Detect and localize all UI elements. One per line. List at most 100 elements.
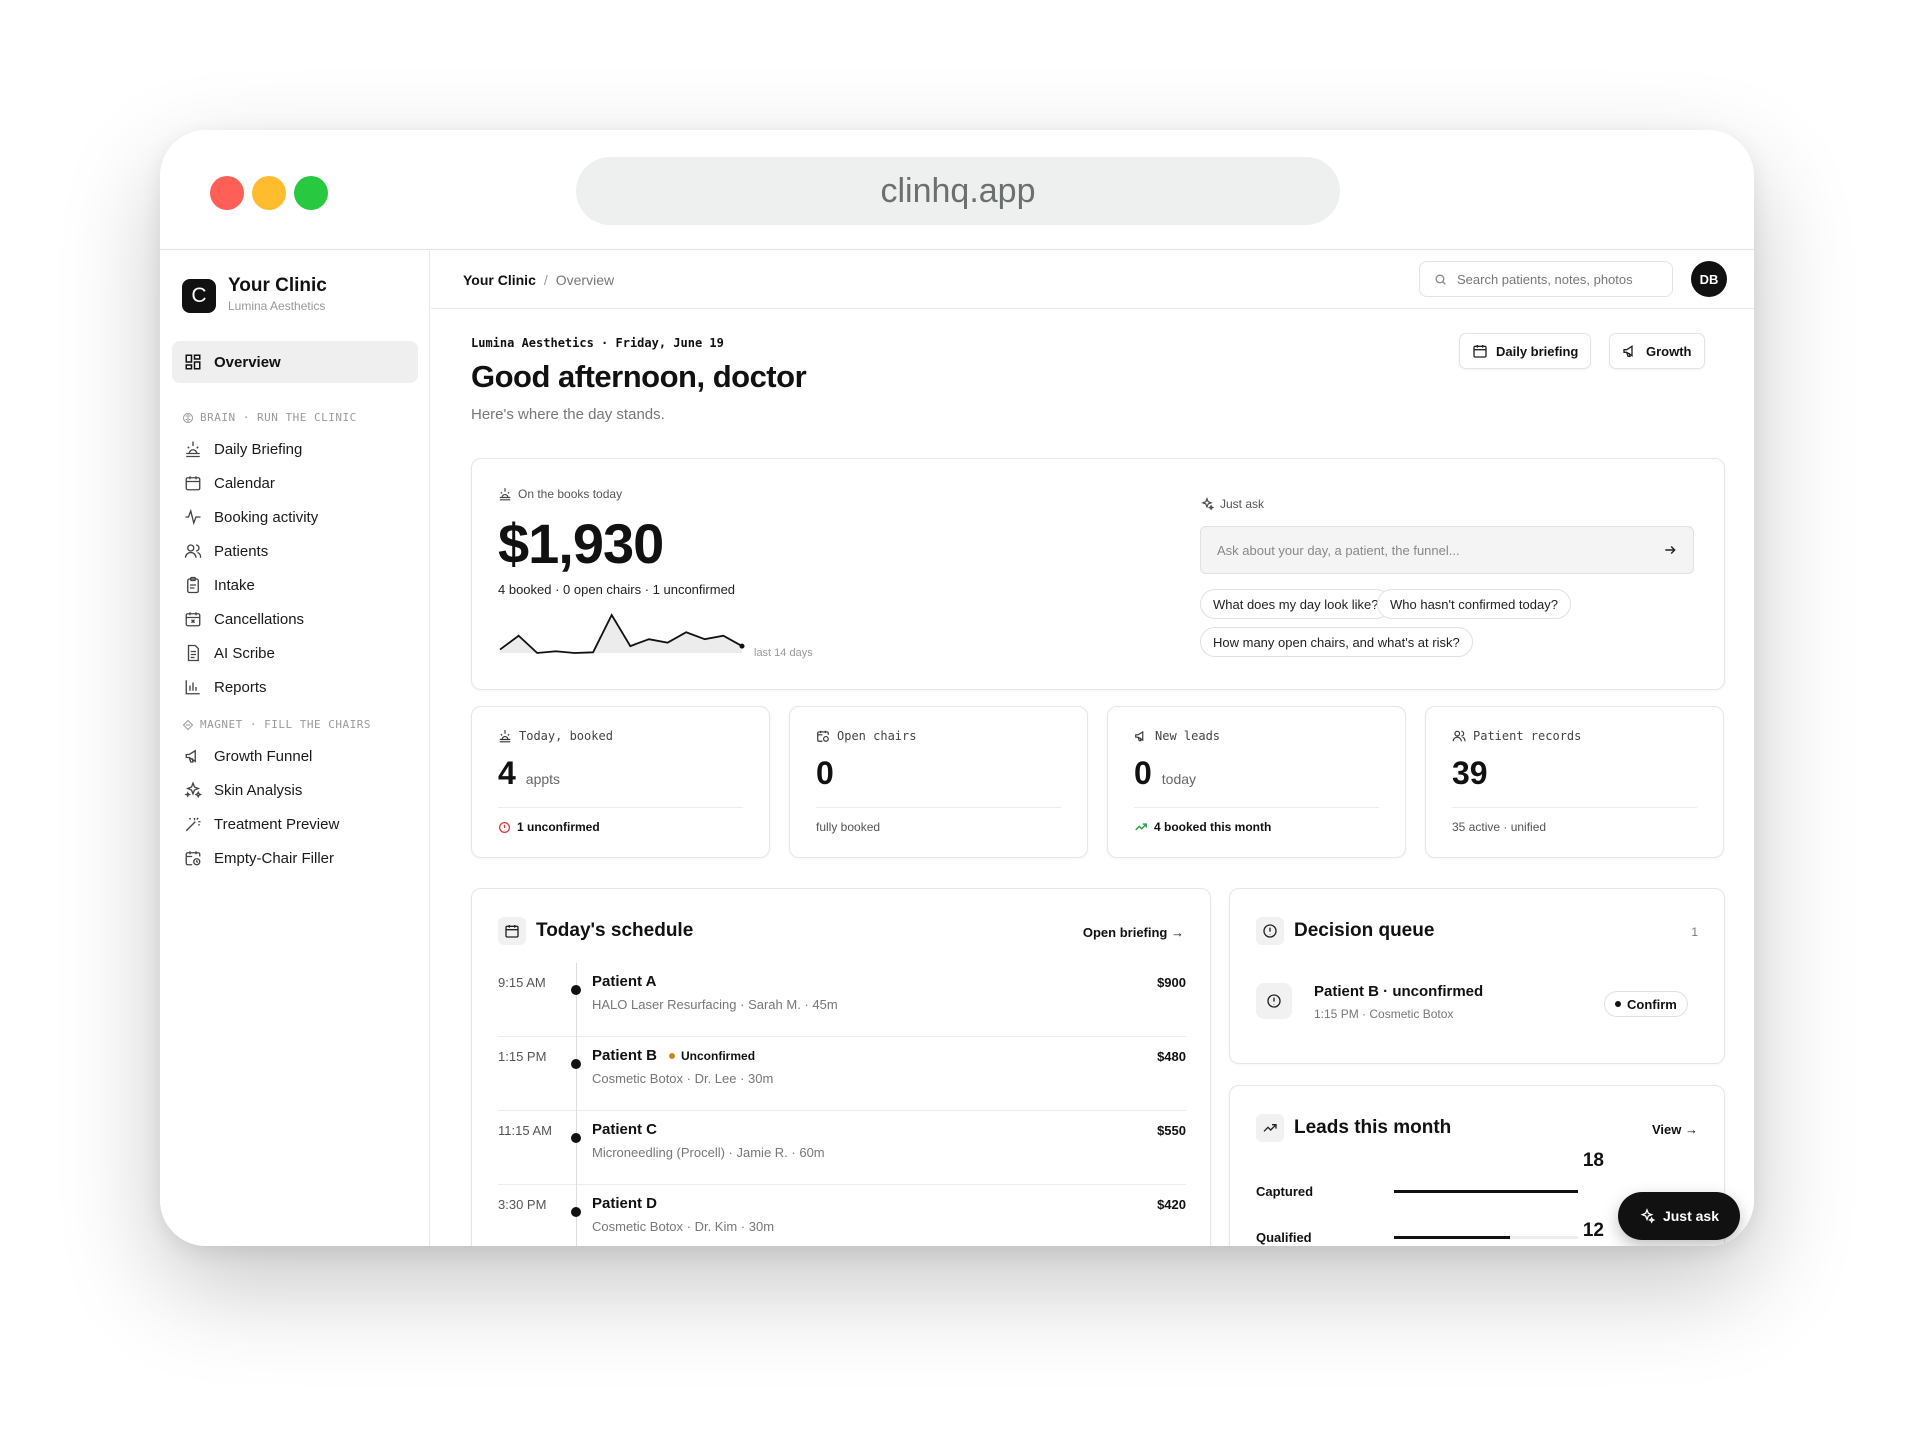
maximize-window-button[interactable] <box>294 176 328 210</box>
just-ask-fab[interactable]: Just ask <box>1618 1192 1740 1240</box>
sidebar-item-intake[interactable]: Intake <box>184 576 255 594</box>
sidebar-item-reports[interactable]: Reports <box>184 678 267 696</box>
sidebar-item-label: Empty-Chair Filler <box>214 849 335 867</box>
sidebar-item-treatment-preview[interactable]: Treatment Preview <box>184 815 339 833</box>
confirm-button[interactable]: Confirm <box>1604 991 1688 1017</box>
stat-card-today-booked[interactable]: Today, booked 4 appts 1 unconfirmed <box>471 706 770 858</box>
appointment-time: 1:15 PM <box>498 1049 547 1064</box>
decision-queue-card: Decision queue 1 Patient B · unconfirmed… <box>1229 888 1725 1064</box>
value-number: 4 <box>498 755 516 791</box>
title-text: Decision queue <box>1294 920 1435 941</box>
appointment-detail: Microneedling (Procell) · Jamie R. · 60m <box>592 1145 825 1160</box>
patient-name: Patient C <box>592 1121 657 1138</box>
address-bar[interactable]: clinhq.app <box>576 157 1340 225</box>
foot-text: 1 unconfirmed <box>517 820 600 834</box>
clinic-subtitle: Lumina Aesthetics <box>228 299 326 313</box>
minimize-window-button[interactable] <box>252 176 286 210</box>
document-icon <box>187 644 199 662</box>
sidebar-item-label: Overview <box>214 353 281 371</box>
sidebar-item-cancellations[interactable]: Cancellations <box>184 610 304 628</box>
patient-name: Patient B Unconfirmed <box>592 1047 755 1064</box>
sidebar-item-label: Treatment Preview <box>214 815 340 833</box>
stat-card-open-chairs[interactable]: Open chairs 0 fully booked <box>789 706 1088 858</box>
growth-button[interactable]: Growth <box>1609 333 1705 369</box>
sidebar-item-empty-chair-filler[interactable]: Empty-Chair Filler <box>184 849 334 867</box>
value-number: 0 <box>1134 755 1152 791</box>
table-row[interactable]: 3:30 PM Patient D Cosmetic Botox · Dr. K… <box>498 1185 1186 1246</box>
table-row[interactable]: 11:15 AM Patient C Microneedling (Procel… <box>498 1111 1186 1185</box>
table-row[interactable]: 1:15 PM Patient B Unconfirmed Cosmetic B… <box>498 1037 1186 1111</box>
stat-card-patient-records[interactable]: Patient records 39 35 active · unified <box>1425 706 1724 858</box>
sidebar-item-ai-scribe[interactable]: AI Scribe <box>184 644 275 662</box>
sidebar-item-patients[interactable]: Patients <box>184 542 268 560</box>
sidebar-item-daily-briefing[interactable]: Daily Briefing <box>184 440 302 458</box>
timeline-line <box>576 963 577 1037</box>
brain-icon <box>183 412 193 423</box>
leads-row-label: Qualified <box>1256 1230 1312 1245</box>
timeline-dot <box>571 1207 581 1217</box>
view-leads-link[interactable]: View → <box>1652 1122 1698 1137</box>
timeline-dot <box>571 985 581 995</box>
divider <box>498 807 743 808</box>
label-text: On the books today <box>518 487 623 501</box>
calendar-x-icon <box>185 612 201 627</box>
sunrise-icon <box>499 488 511 501</box>
open-briefing-link[interactable]: Open briefing → <box>1083 925 1184 940</box>
status-text: Unconfirmed <box>681 1048 756 1063</box>
queue-count: 1 <box>1691 925 1698 939</box>
stat-card-new-leads[interactable]: New leads 0 today 4 booked this month <box>1107 706 1406 858</box>
value-unit: today <box>1161 771 1197 787</box>
avatar[interactable]: DB <box>1691 261 1727 297</box>
just-ask-label: Just ask <box>1200 497 1264 511</box>
suggestion-chip[interactable]: What does my day look like? <box>1200 589 1392 619</box>
sidebar-item-label: Growth Funnel <box>214 747 313 765</box>
section-label: BRAIN · RUN THE CLINIC <box>200 411 357 424</box>
stat-label: Patient records <box>1452 729 1581 743</box>
search-icon <box>1435 274 1446 285</box>
sidebar-item-calendar[interactable]: Calendar <box>184 474 275 492</box>
top-bar: Your Clinic / Overview Search patients, … <box>431 251 1754 309</box>
leads-row-value: 18 <box>1582 1150 1604 1171</box>
search-input[interactable]: Search patients, notes, photos <box>1419 261 1673 297</box>
sidebar-item-skin-analysis[interactable]: Skin Analysis <box>184 781 302 799</box>
sparkles-icon <box>184 781 202 799</box>
sidebar-item-growth-funnel[interactable]: Growth Funnel <box>184 747 312 765</box>
magnet-icon <box>182 719 194 730</box>
breadcrumb-root[interactable]: Your Clinic <box>463 272 536 288</box>
button-label: Just ask <box>1662 1208 1720 1224</box>
suggestion-chip[interactable]: How many open chairs, and what's at risk… <box>1200 627 1473 657</box>
stat-label: Today, booked <box>498 729 613 743</box>
breadcrumb: Your Clinic / Overview <box>463 272 614 288</box>
table-row[interactable]: 9:15 AM Patient A HALO Laser Resurfacing… <box>498 963 1186 1037</box>
appointment-detail: Cosmetic Botox · Dr. Lee · 30m <box>592 1071 774 1086</box>
books-today-summary: 4 booked · 0 open chairs · 1 unconfirmed <box>498 582 736 597</box>
url-text: clinhq.app <box>880 171 1036 210</box>
sidebar-item-label: Reports <box>214 678 267 696</box>
sidebar-item-label: Daily Briefing <box>214 440 303 458</box>
value-number: 0 <box>816 755 834 791</box>
browser-window: clinhq.app C Your Clinic Lumina Aestheti… <box>160 130 1754 1246</box>
suggestion-chip[interactable]: Who hasn't confirmed today? <box>1377 589 1571 619</box>
clinic-logo[interactable]: C <box>182 279 216 313</box>
calendar-clock-icon <box>185 851 201 866</box>
sidebar-item-overview[interactable]: Overview <box>172 341 418 383</box>
label-text: Today, booked <box>519 729 613 743</box>
schedule-title: Today's schedule <box>498 917 693 945</box>
sidebar-item-label: Skin Analysis <box>214 781 303 799</box>
daily-briefing-button[interactable]: Daily briefing <box>1459 333 1592 369</box>
name-text: Patient C <box>592 1121 658 1138</box>
arrow-right-icon[interactable] <box>1663 543 1677 557</box>
activity-icon <box>185 508 201 526</box>
queue-item-detail: 1:15 PM · Cosmetic Botox <box>1314 1007 1454 1021</box>
close-window-button[interactable] <box>210 176 244 210</box>
calendar-icon <box>185 476 201 491</box>
trending-up-icon <box>1256 1114 1284 1142</box>
sidebar-item-booking-activity[interactable]: Booking activity <box>184 508 318 526</box>
button-label: Daily briefing <box>1496 343 1579 359</box>
value-unit: appts <box>525 771 561 787</box>
name-text: Patient A <box>592 973 657 990</box>
sparkline-area <box>500 615 742 653</box>
ask-input[interactable]: Ask about your day, a patient, the funne… <box>1200 526 1694 574</box>
clinic-name[interactable]: Your Clinic <box>228 275 327 297</box>
stat-label: New leads <box>1134 729 1220 743</box>
